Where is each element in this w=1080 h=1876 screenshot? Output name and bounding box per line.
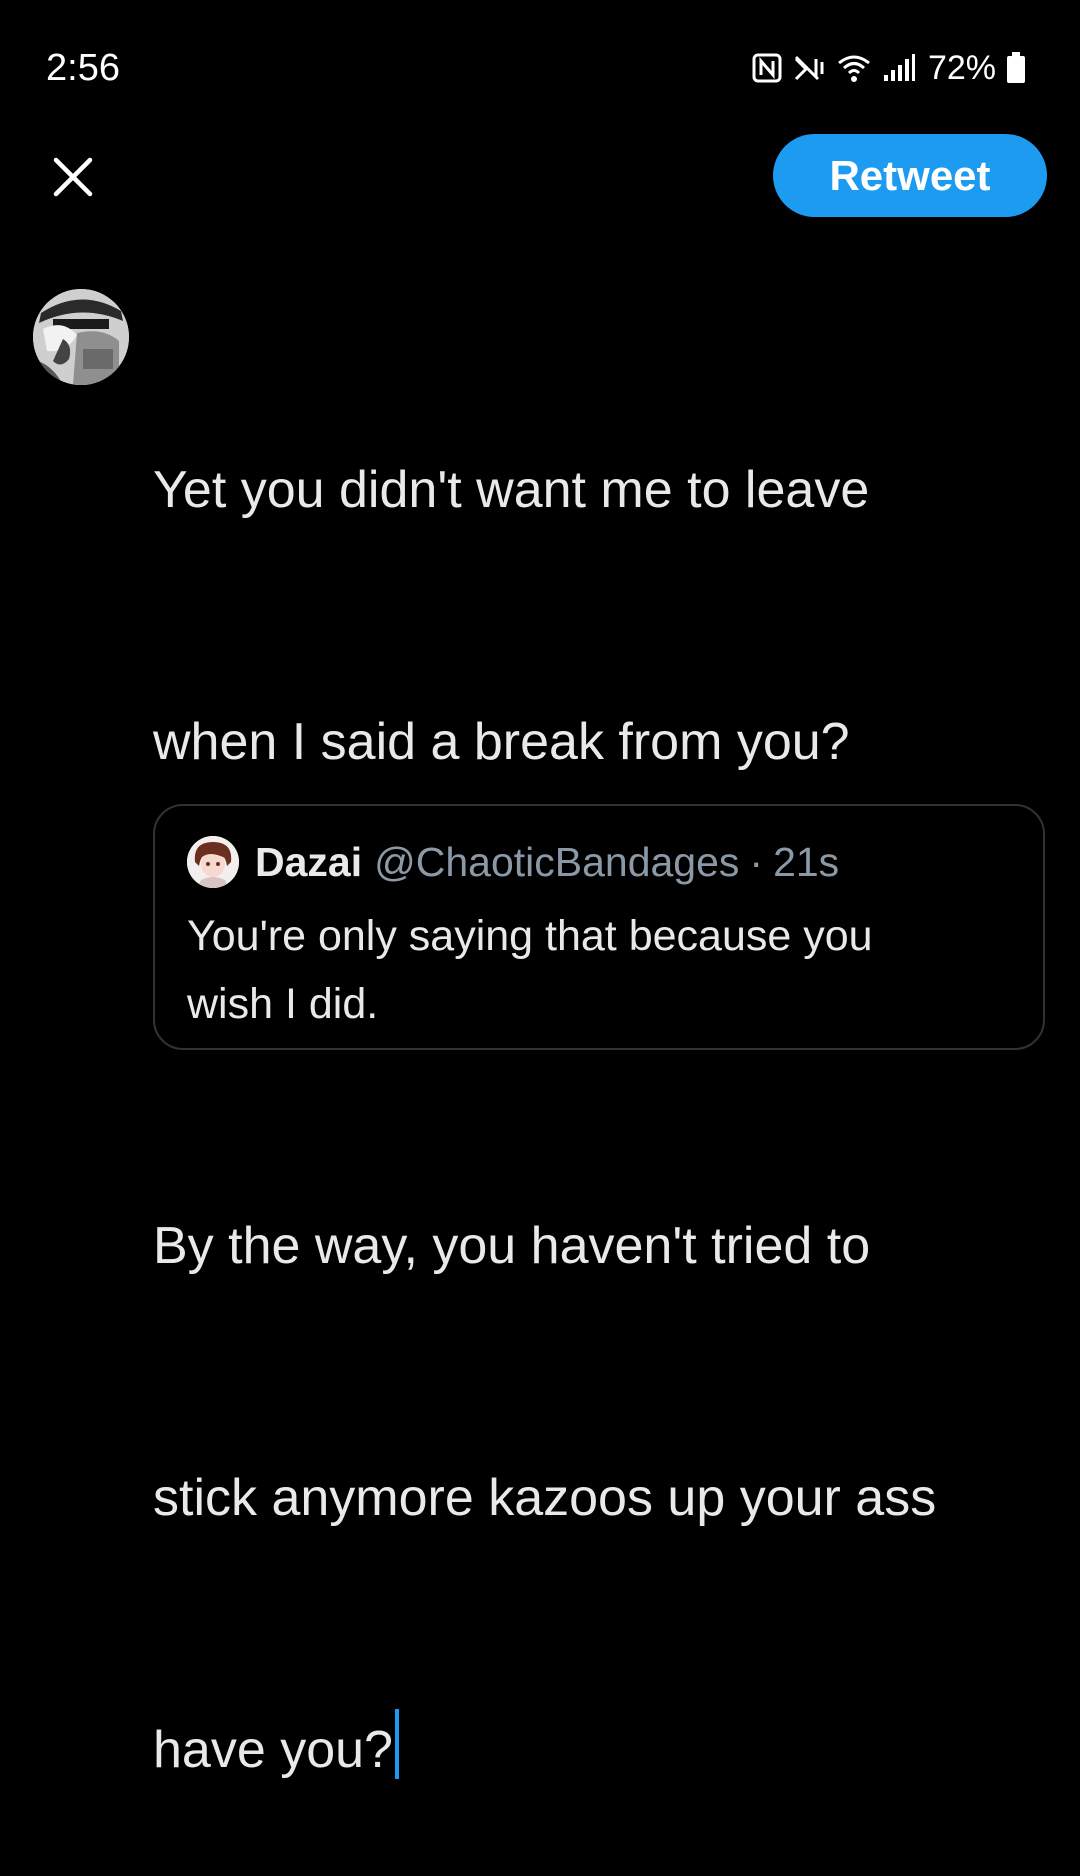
compose-last-line: have you? [153,1708,1063,1792]
quoted-tweet-text: You're only saying that because you wish… [187,902,1017,1038]
vibrate-mute-icon [792,53,826,83]
quoted-user-avatar [187,836,239,888]
close-icon [50,154,96,205]
status-bar: 2:56 72% [0,0,1080,130]
user-avatar [33,289,129,385]
quoted-user-name: Dazai [255,838,363,885]
compose-text-area[interactable]: Yet you didn't want me to leave when I s… [153,280,1063,1876]
battery-percent: 72% [927,49,996,87]
compose-line: By the way, you haven't tried to [153,1217,871,1275]
cell-signal-icon [882,53,916,83]
status-icons: 72% [752,46,1026,90]
quoted-tweet-time: 21s [773,838,840,885]
quoted-line: You're only saying that because you [187,912,873,960]
status-time: 2:56 [46,47,120,89]
battery-icon [1006,52,1026,84]
compose-line: Yet you didn't want me to leave [153,461,870,519]
text-cursor [394,1709,399,1779]
quoted-line: wish I did. [187,980,379,1028]
compose-line: stick anymore kazoos up your ass [153,1469,937,1527]
compose-line: have you? [153,1721,393,1779]
quoted-tweet-header: Dazai @ChaoticBandages · 21s [187,836,839,888]
compose-line: when I said a break from you? [153,713,850,771]
quoted-user-handle: @ChaoticBandages [374,838,740,885]
close-button[interactable] [46,152,100,206]
retweet-button[interactable]: Retweet [773,134,1047,217]
separator-dot: · [749,838,764,885]
wifi-icon [836,53,872,83]
nfc-icon [752,53,782,83]
quoted-tweet-card[interactable]: Dazai @ChaoticBandages · 21s You're only… [153,804,1045,1050]
